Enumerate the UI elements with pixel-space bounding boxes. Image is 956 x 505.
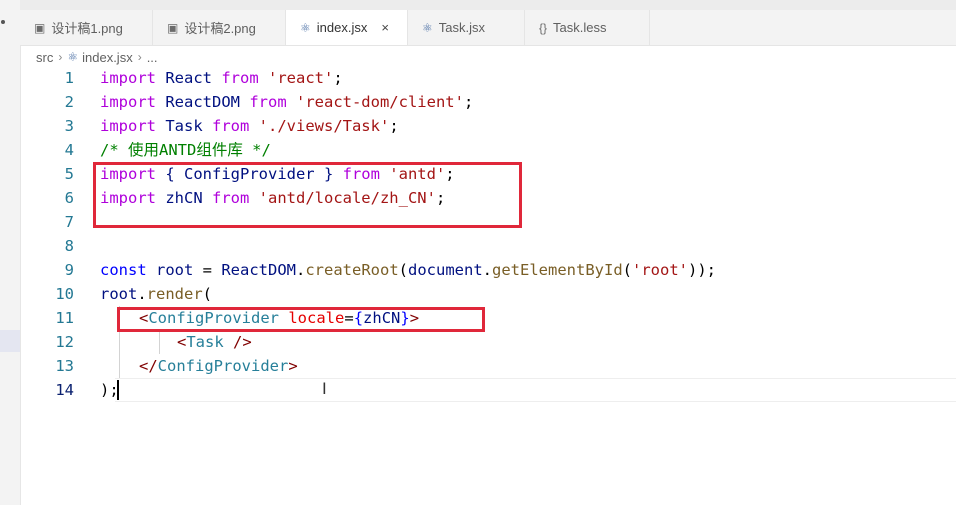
line-code: /* 使用ANTD组件库 */ bbox=[100, 141, 271, 159]
code-line: 1 import React from 'react'; bbox=[20, 66, 956, 90]
line-number: 10 bbox=[55, 285, 74, 303]
breadcrumb-file[interactable]: index.jsx bbox=[82, 50, 133, 65]
breadcrumb-folder[interactable]: src bbox=[36, 50, 53, 65]
line-number: 11 bbox=[55, 309, 74, 327]
line-code: import React from 'react'; bbox=[100, 69, 343, 87]
code-line: 10 root.render( bbox=[20, 282, 956, 306]
highlight-box-config-provider bbox=[117, 307, 485, 332]
code-line: 9 const root = ReactDOM.createRoot(docum… bbox=[20, 258, 956, 282]
breadcrumb: src › ⚛ index.jsx › ... bbox=[36, 47, 158, 67]
code-editor[interactable]: 1 import React from 'react'; 2 import Re… bbox=[20, 66, 956, 505]
ibeam-cursor-icon: I bbox=[322, 379, 327, 398]
tab-label: Task.jsx bbox=[438, 20, 485, 35]
line-number: 4 bbox=[64, 141, 74, 159]
line-number: 7 bbox=[64, 213, 74, 231]
braces-icon: {} bbox=[539, 20, 548, 35]
breadcrumb-more[interactable]: ... bbox=[147, 50, 158, 65]
line-code: </ConfigProvider> bbox=[139, 357, 298, 375]
react-icon: ⚛ bbox=[422, 20, 433, 35]
tab-task-jsx[interactable]: ⚛ Task.jsx bbox=[408, 10, 525, 45]
code-line: 13 </ConfigProvider> bbox=[20, 354, 956, 378]
code-line: 14 ); bbox=[20, 378, 956, 402]
line-number: 13 bbox=[55, 357, 74, 375]
line-code: import Task from './views/Task'; bbox=[100, 117, 399, 135]
tab-label: 设计稿1.png bbox=[51, 21, 123, 36]
code-line: 3 import Task from './views/Task'; bbox=[20, 114, 956, 138]
tab-label: Task.less bbox=[553, 20, 607, 35]
tab-index-jsx[interactable]: ⚛ index.jsx × bbox=[286, 10, 408, 45]
chevron-right-icon: › bbox=[58, 50, 63, 64]
react-icon: ⚛ bbox=[67, 50, 79, 64]
line-code: ); bbox=[100, 381, 119, 399]
image-icon: ▣ bbox=[34, 20, 46, 35]
close-icon[interactable]: × bbox=[381, 20, 389, 35]
line-number: 6 bbox=[64, 189, 74, 207]
editor-tab-bar: ▣ 设计稿1.png ▣ 设计稿2.png ⚛ index.jsx × ⚛ Ta… bbox=[20, 10, 956, 46]
tab-design2[interactable]: ▣ 设计稿2.png bbox=[153, 10, 286, 45]
code-line: 4 /* 使用ANTD组件库 */ bbox=[20, 138, 956, 162]
tab-design1[interactable]: ▣ 设计稿1.png bbox=[20, 10, 153, 45]
line-number: 3 bbox=[64, 117, 74, 135]
text-caret bbox=[117, 380, 119, 400]
line-number: 5 bbox=[64, 165, 74, 183]
tab-task-less[interactable]: {} Task.less bbox=[525, 10, 650, 45]
gutter-highlight bbox=[0, 330, 20, 352]
image-icon: ▣ bbox=[167, 20, 179, 35]
line-number: 8 bbox=[64, 237, 74, 255]
line-number: 14 bbox=[55, 381, 74, 399]
line-code: import ReactDOM from 'react-dom/client'; bbox=[100, 93, 474, 111]
line-number: 2 bbox=[64, 93, 74, 111]
code-line: 2 import ReactDOM from 'react-dom/client… bbox=[20, 90, 956, 114]
line-code: <Task /> bbox=[177, 333, 252, 351]
chevron-right-icon: › bbox=[137, 50, 142, 64]
line-code: const root = ReactDOM.createRoot(documen… bbox=[100, 261, 717, 279]
line-number: 9 bbox=[64, 261, 74, 279]
tab-label: 设计稿2.png bbox=[184, 21, 256, 36]
tab-label: index.jsx bbox=[316, 20, 368, 35]
line-number: 12 bbox=[55, 333, 74, 351]
code-line: 8 bbox=[20, 234, 956, 258]
window-top-strip bbox=[20, 0, 956, 10]
activity-gutter bbox=[0, 0, 21, 505]
code-line: 12 <Task /> bbox=[20, 330, 956, 354]
gutter-dot bbox=[1, 20, 5, 24]
highlight-box-imports bbox=[93, 162, 522, 228]
line-number: 1 bbox=[64, 69, 74, 87]
line-code: root.render( bbox=[100, 285, 213, 303]
react-icon: ⚛ bbox=[300, 20, 311, 35]
